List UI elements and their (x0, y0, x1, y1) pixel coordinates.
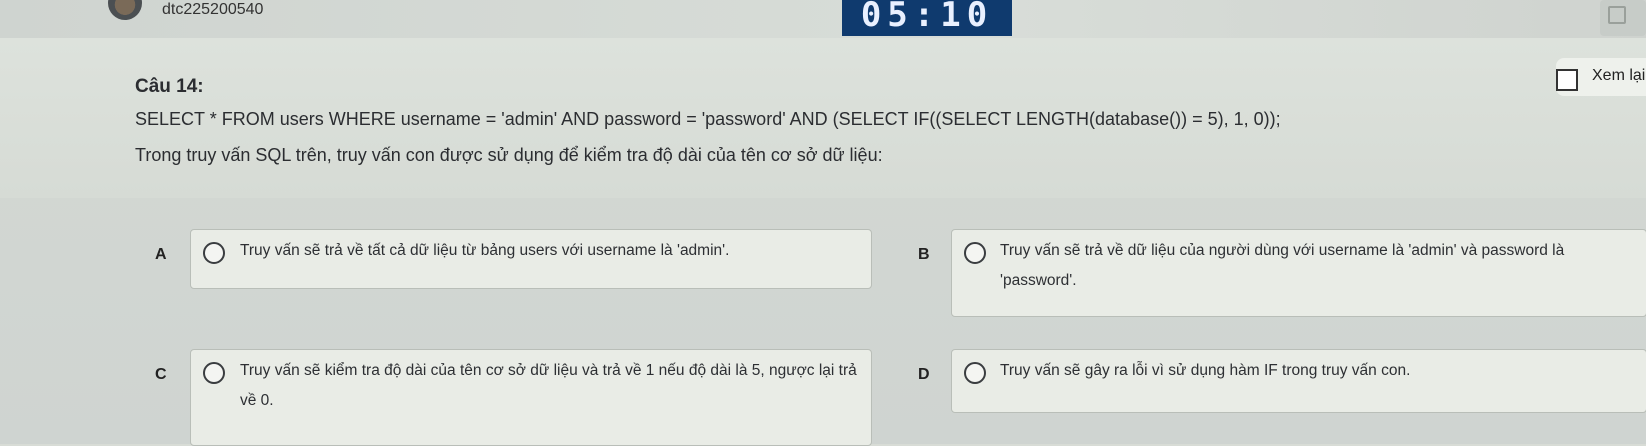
option-b-text: Truy vấn sẽ trả về dữ liệu của người dùn… (1000, 242, 1565, 289)
option-d-letter: D (918, 366, 930, 383)
avatar[interactable] (108, 0, 142, 20)
option-b-radio[interactable] (964, 242, 986, 264)
review-checkbox[interactable] (1556, 69, 1578, 91)
option-d-text: Truy vấn sẽ gây ra lỗi vì sử dụng hàm IF… (1000, 362, 1411, 379)
option-c-text: Truy vấn sẽ kiểm tra độ dài của tên cơ s… (240, 362, 857, 409)
option-c-letter: C (155, 366, 167, 383)
option-c-radio[interactable] (203, 362, 225, 384)
option-a-letter: A (155, 246, 167, 263)
review-toggle[interactable]: Xem lại (1556, 58, 1646, 96)
question-prompt: Trong truy vấn SQL trên, truy vấn con đư… (135, 145, 883, 165)
countdown-timer: 05:10 (842, 0, 1012, 36)
edit-icon (1608, 6, 1626, 24)
question-sql: SELECT * FROM users WHERE username = 'ad… (135, 109, 1281, 129)
top-bar: dtc225200540 05:10 (0, 0, 1646, 39)
option-a-text: Truy vấn sẽ trả về tất cả dữ liệu từ bản… (240, 242, 730, 259)
edit-button[interactable] (1600, 0, 1646, 36)
option-a-radio[interactable] (203, 242, 225, 264)
username-label: dtc225200540 (162, 1, 264, 18)
review-label: Xem lại (1592, 67, 1646, 84)
option-d-radio[interactable] (964, 362, 986, 384)
option-b-letter: B (918, 246, 930, 263)
question-number: Câu 14: (135, 76, 204, 97)
